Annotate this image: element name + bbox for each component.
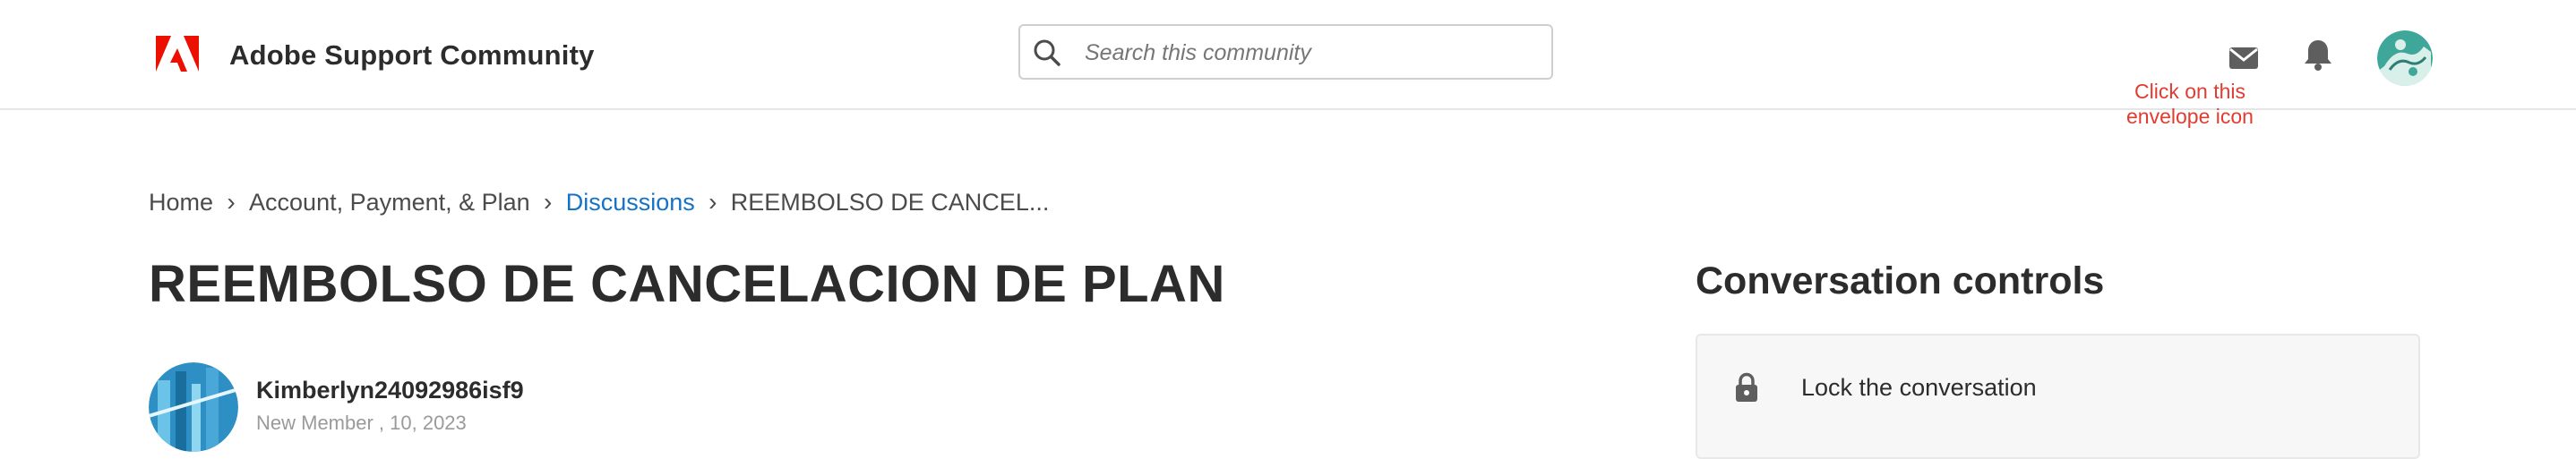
search-icon[interactable] [1033,38,1061,67]
search-box[interactable] [1018,24,1553,80]
conversation-controls-title: Conversation controls [1696,259,2105,302]
brand-title[interactable]: Adobe Support Community [229,36,595,75]
author-avatar[interactable] [149,362,238,452]
lock-icon [1736,372,1757,402]
chevron-right-icon: › [708,188,717,216]
page-title: REEMBOLSO DE CANCELACION DE PLAN [149,255,1225,313]
chevron-right-icon: › [227,188,236,216]
breadcrumb-account-payment-plan[interactable]: Account, Payment, & Plan [249,186,530,218]
author-avatar-image [149,362,238,452]
adobe-logo-icon[interactable] [156,36,199,75]
conversation-controls-panel: Lock the conversation [1696,334,2420,459]
instruction-annotation: Click on this envelope icon [2126,80,2254,128]
lock-conversation-label: Lock the conversation [1801,374,2037,401]
avatar-image [2377,30,2433,86]
chevron-right-icon: › [544,188,553,216]
envelope-icon[interactable] [2226,40,2262,76]
breadcrumb-discussions[interactable]: Discussions [566,186,695,218]
breadcrumb-current: REEMBOLSO DE CANCEL... [730,189,1050,216]
search-input[interactable] [1083,35,1534,71]
breadcrumb-home[interactable]: Home [149,186,213,218]
lock-conversation-button[interactable]: Lock the conversation [1733,371,2037,404]
breadcrumb: Home › Account, Payment, & Plan › Discus… [149,186,1049,218]
author-date: New Member , 10, 2023 [256,412,467,434]
user-avatar[interactable] [2377,30,2433,86]
author-name[interactable]: Kimberlyn24092986isf9 [256,375,524,405]
bell-icon[interactable] [2300,37,2336,72]
